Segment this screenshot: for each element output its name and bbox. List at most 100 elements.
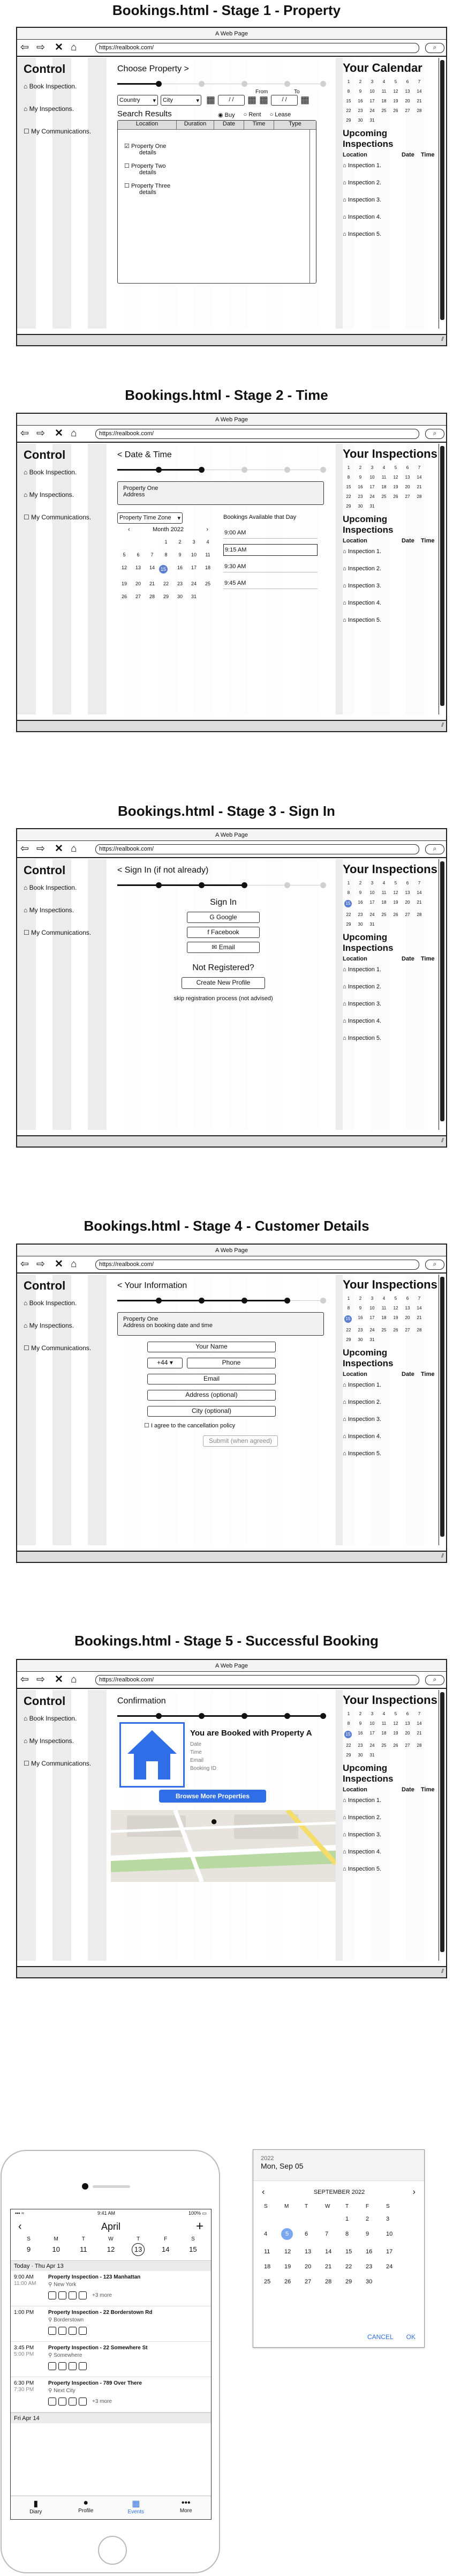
calendar-day[interactable]: 4	[201, 539, 215, 545]
list-item[interactable]: ⌂ Inspection 1.	[343, 1382, 439, 1388]
calendar-day[interactable]: 13	[402, 1306, 413, 1311]
calendar-day[interactable]: 10	[187, 552, 201, 557]
calendar-day[interactable]: 19	[390, 1315, 402, 1323]
calendar-day[interactable]: 22	[343, 108, 354, 113]
close-icon[interactable]: ✕	[55, 844, 63, 854]
dialog-day-grid[interactable]: 1 2 3 4 5 6 7 8 9 10 11 12 13 14 15 16 17 18 19 20 21 22 23 24 2…	[253, 2209, 424, 2285]
list-item[interactable]: ⌂ Inspection 4.	[343, 1849, 439, 1855]
url-field[interactable]: https://realbook.com/	[95, 1260, 419, 1270]
list-item[interactable]: ⌂ Inspection 5.	[343, 231, 439, 237]
calendar-day[interactable]: 22	[343, 1743, 354, 1748]
share-icon[interactable]	[79, 2291, 87, 2299]
tab-profile[interactable]: ● Profile	[61, 2496, 111, 2519]
list-item[interactable]: ⌂ Inspection 3.	[343, 1832, 439, 1838]
calendar-day[interactable]: 11	[378, 1306, 390, 1311]
calendar-day[interactable]: 27	[402, 1328, 413, 1332]
calendar-day[interactable]: 24	[366, 1328, 378, 1332]
chevron-right-icon[interactable]: ›	[413, 2187, 416, 2197]
search-icon[interactable]: ⌕	[425, 43, 444, 53]
calendar-day[interactable]: 25	[264, 2279, 284, 2285]
calendar-day[interactable]: 21	[325, 2264, 345, 2270]
calendar-day[interactable]: 27	[131, 594, 145, 599]
calendar-day[interactable]: 6	[402, 79, 413, 84]
calendar-day[interactable]: 31	[366, 1753, 378, 1758]
radio-buy[interactable]: ◉ Buy	[218, 111, 235, 118]
calendar-day[interactable]: 10	[366, 1306, 378, 1311]
home-icon[interactable]: ⌂	[71, 1674, 77, 1685]
calendar-day[interactable]: 5	[281, 2228, 293, 2240]
calendar-day[interactable]: 22	[343, 494, 354, 499]
checkbox-checked-icon[interactable]: ☑	[124, 143, 130, 150]
close-icon[interactable]: ✕	[55, 1259, 63, 1270]
nav-my-communications[interactable]: ☐ My Communications.	[24, 1344, 105, 1352]
share-icon[interactable]	[79, 2398, 87, 2406]
nav-my-communications[interactable]: ☐ My Communications.	[24, 929, 105, 936]
list-item[interactable]: ⌂ Inspection 5.	[343, 1035, 439, 1041]
calendar-day[interactable]: 16	[354, 900, 366, 907]
calendar-day[interactable]: 17	[366, 99, 378, 103]
list-item[interactable]: ⌂ Inspection 2.	[343, 180, 439, 186]
calendar-day[interactable]: 28	[325, 2279, 345, 2285]
location-map[interactable]: ●	[111, 1810, 336, 1882]
calendar-day[interactable]: 20	[402, 1315, 413, 1323]
nav-my-inspections[interactable]: ⌂ My Inspections.	[24, 1322, 105, 1329]
event-row[interactable]: 6:30 PM 7:30 PM Property Inspection - 789 …	[11, 2377, 211, 2413]
list-item[interactable]: ⌂ Inspection 1.	[343, 162, 439, 169]
back-arrow-icon[interactable]: ⇦	[20, 428, 29, 439]
week-day[interactable]: 15	[179, 2245, 207, 2260]
calendar-day[interactable]: 16	[354, 1731, 366, 1738]
calendar-day[interactable]: 3	[366, 881, 378, 885]
calendar-day[interactable]: 16	[366, 2249, 386, 2255]
week-day[interactable]: 13	[132, 2243, 145, 2256]
time-slot[interactable]: 9:15 AM	[223, 544, 318, 556]
calendar-day[interactable]: 1	[343, 465, 354, 470]
calendar-day[interactable]: 7	[413, 465, 425, 470]
calendar-day[interactable]: 14	[325, 2249, 345, 2255]
calendar-day[interactable]: 5	[390, 1296, 402, 1301]
back-arrow-icon[interactable]: ⇦	[20, 1259, 29, 1270]
calendar-day[interactable]: 29	[343, 504, 354, 509]
list-item[interactable]: ⌂ Inspection 3.	[343, 1001, 439, 1007]
list-item[interactable]: ⌂ Inspection 5.	[343, 1866, 439, 1872]
share-icon[interactable]	[79, 2362, 87, 2370]
forward-arrow-icon[interactable]: ⇨	[36, 1259, 45, 1270]
calendar-day[interactable]: 15	[345, 2249, 366, 2255]
list-item[interactable]: ⌂ Inspection 4.	[343, 1018, 439, 1024]
calendar-day[interactable]: 21	[413, 99, 425, 103]
email-button[interactable]: ✉ Email	[187, 942, 260, 953]
table-scrollbar[interactable]	[309, 130, 316, 283]
calendar-icon[interactable]: ▦	[300, 94, 309, 106]
radio-rent[interactable]: ○ Rent	[244, 111, 261, 118]
calendar-day[interactable]: 15	[159, 565, 168, 574]
week-day[interactable]: 9	[15, 2245, 42, 2260]
country-select[interactable]: Country ▾	[117, 94, 158, 106]
calendar-day[interactable]: 29	[345, 2279, 366, 2285]
center-heading[interactable]: < Sign In (if not already)	[117, 866, 336, 875]
calendar-day[interactable]: 9	[354, 1721, 366, 1726]
calendar-day[interactable]: 18	[378, 485, 390, 489]
calendar-day[interactable]: 4	[378, 1296, 390, 1301]
calendar-day[interactable]: 22	[343, 1328, 354, 1332]
calendar-day[interactable]: 16	[354, 1315, 366, 1323]
calendar-day[interactable]	[131, 539, 145, 545]
calendar-day[interactable]: 18	[378, 900, 390, 907]
calendar-day[interactable]: 17	[366, 900, 378, 907]
calendar-day[interactable]: 20	[402, 485, 413, 489]
calendar-day[interactable]: 3	[366, 79, 378, 84]
address-field[interactable]: Address (optional)	[147, 1390, 276, 1401]
list-item[interactable]: ☐ Property Three details	[124, 182, 316, 196]
calendar-day[interactable]: 23	[354, 1743, 366, 1748]
list-item[interactable]: ⌂ Inspection 4.	[343, 214, 439, 220]
list-item[interactable]: ⌂ Inspection 1.	[343, 1797, 439, 1804]
calendar-day[interactable]: 6	[131, 552, 145, 557]
calendar-day[interactable]: 22	[345, 2264, 366, 2270]
agree-checkbox[interactable]: ☐ I agree to the cancellation policy	[144, 1422, 235, 1429]
calendar-day[interactable]: 11	[201, 552, 215, 557]
mini-calendar[interactable]: 1 2 3 4 5 6 7 8 9 10 11 12 13 14 15 16 17 18 19 20 21 22 23 24 2…	[343, 465, 439, 509]
calendar-day[interactable]: 27	[402, 1743, 413, 1748]
share-icon[interactable]	[79, 2327, 87, 2335]
browse-properties-button[interactable]: Browse More Properties	[159, 1790, 266, 1803]
calendar-day[interactable]: 9	[366, 2231, 386, 2240]
calendar-day[interactable]: 30	[354, 118, 366, 123]
calendar-day[interactable]: 3	[187, 539, 201, 545]
